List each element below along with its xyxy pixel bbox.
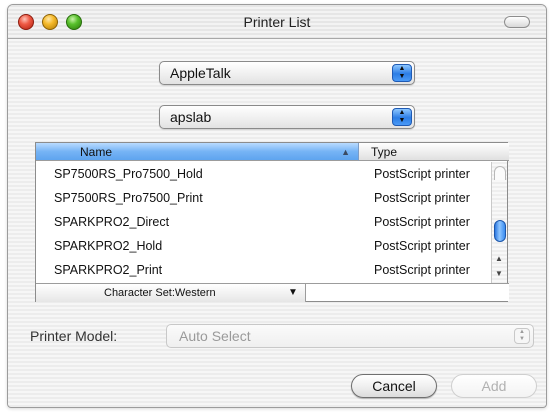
scrollbar-track-cap: [494, 166, 506, 180]
zone-popup[interactable]: apslab ▲ ▼: [159, 105, 415, 129]
scrollbar-thumb[interactable]: [494, 220, 506, 242]
printer-list[interactable]: Name ▲ Type SP7500RS_Pro7500_Hold PostSc…: [35, 142, 509, 302]
zone-value: apslab: [170, 109, 212, 125]
printer-type: PostScript printer: [374, 239, 470, 253]
scroll-up-icon[interactable]: ▲: [495, 254, 503, 263]
title-bar[interactable]: Printer List: [8, 5, 546, 39]
chevron-down-icon: ▼: [288, 287, 298, 298]
column-header-name-label: Name: [80, 145, 113, 159]
printer-type: PostScript printer: [374, 263, 470, 277]
connection-type-value: AppleTalk: [170, 65, 231, 81]
sort-ascending-icon: ▲: [341, 147, 350, 157]
printer-name: SPARKPRO2_Direct: [54, 215, 170, 229]
scroll-down-icon[interactable]: ▼: [495, 269, 503, 278]
printer-rows: SP7500RS_Pro7500_Hold PostScript printer…: [36, 162, 492, 282]
connection-type-popup[interactable]: AppleTalk ▲ ▼: [159, 61, 415, 85]
printer-model-value: Auto Select: [179, 328, 251, 344]
printer-name: SPARKPRO2_Print: [54, 263, 163, 277]
table-row[interactable]: SPARKPRO2_Print PostScript printer: [36, 258, 492, 282]
toolbar-toggle-button[interactable]: [504, 16, 530, 28]
table-row[interactable]: SP7500RS_Pro7500_Print PostScript printe…: [36, 186, 492, 210]
list-scrollbar[interactable]: ▲ ▼: [491, 162, 507, 283]
character-set-popup[interactable]: Character Set:Western ▼: [36, 284, 306, 302]
chevron-up-down-icon: ▲ ▼: [392, 64, 412, 82]
character-set-bar: Character Set:Western ▼: [36, 283, 509, 302]
printer-type: PostScript printer: [374, 167, 470, 181]
chevron-up-down-icon: ▲ ▼: [514, 328, 530, 344]
column-header-type-label: Type: [371, 145, 398, 159]
add-button: Add: [451, 374, 537, 398]
printer-name: SPARKPRO2_Hold: [54, 239, 163, 253]
table-row[interactable]: SPARKPRO2_Direct PostScript printer: [36, 210, 492, 234]
printer-list-window: Printer List AppleTalk ▲ ▼ apslab ▲ ▼ Name…: [7, 4, 547, 408]
window-title: Printer List: [243, 14, 311, 30]
printer-name: SP7500RS_Pro7500_Hold: [54, 167, 203, 181]
printer-type: PostScript printer: [374, 215, 470, 229]
character-set-value: Character Set:Western: [104, 287, 216, 299]
printer-model-popup: Auto Select ▲ ▼: [166, 324, 534, 348]
column-header-name[interactable]: Name ▲: [36, 143, 359, 161]
chevron-up-down-icon: ▲ ▼: [392, 108, 412, 126]
table-row[interactable]: SP7500RS_Pro7500_Hold PostScript printer: [36, 162, 492, 186]
column-header-type[interactable]: Type: [359, 143, 509, 161]
printer-name: SP7500RS_Pro7500_Print: [54, 191, 203, 205]
printer-type: PostScript printer: [374, 191, 470, 205]
cancel-button[interactable]: Cancel: [351, 374, 437, 398]
printer-model-label: Printer Model:: [30, 328, 118, 344]
table-row[interactable]: SPARKPRO2_Hold PostScript printer: [36, 234, 492, 258]
